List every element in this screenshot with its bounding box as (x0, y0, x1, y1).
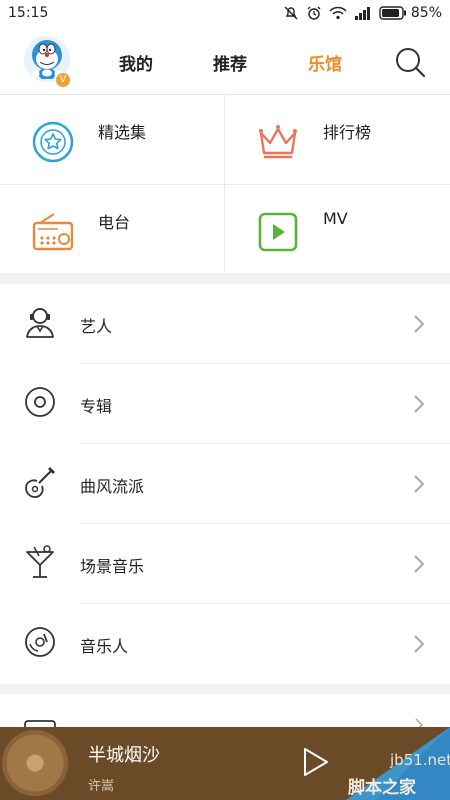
status-time: 15:15 (8, 5, 49, 21)
status-icons: 85% (283, 5, 442, 21)
list-item-genres[interactable]: 曲风流派 (0, 444, 450, 524)
album-cover[interactable] (2, 730, 68, 796)
song-title: 半城烟沙 (88, 745, 160, 766)
album-disc-icon (25, 387, 55, 417)
status-bar: 15:15 85% (0, 0, 450, 26)
watermark-name: 脚本之家 (348, 778, 416, 798)
list-item-label: 专辑 (80, 397, 113, 416)
wifi-icon (329, 6, 347, 20)
battery-indicator: 85% (379, 5, 442, 21)
grid-item-label: MV (323, 209, 348, 228)
top-nav: V 我的 推荐 乐馆 (0, 26, 450, 94)
guitar-icon (25, 467, 55, 498)
list-item-musicians[interactable]: 音乐人 (0, 604, 450, 684)
category-list: 艺人 专辑 曲风流派 场景音乐 音乐人 (0, 284, 450, 684)
list-item-label: 艺人 (80, 317, 113, 336)
cocktail-icon (26, 545, 54, 578)
tab-recommend[interactable]: 推荐 (213, 50, 247, 75)
mute-bell-icon (284, 6, 298, 20)
chevron-right-icon (414, 555, 425, 573)
list-item-scene-music[interactable]: 场景音乐 (0, 524, 450, 604)
battery-percent: 85% (410, 5, 442, 21)
grid-item-mv[interactable]: MV (225, 185, 449, 274)
list-item-label: 场景音乐 (80, 557, 145, 576)
chevron-right-icon (414, 395, 425, 413)
vip-badge: V (55, 72, 71, 88)
crown-icon (259, 125, 297, 159)
grid-item-featured-collections[interactable]: 精选集 (0, 95, 224, 184)
grid-item-label: 排行榜 (323, 123, 372, 142)
radio-icon (32, 213, 74, 251)
watermark-url: jb51.net (390, 751, 450, 769)
play-square-icon (258, 212, 298, 252)
grid-item-label: 电台 (98, 213, 131, 232)
tab-music-hall[interactable]: 乐馆 (308, 50, 342, 75)
search-icon[interactable] (394, 46, 426, 78)
chevron-right-icon (414, 635, 425, 653)
list-item-label: 音乐人 (80, 637, 129, 656)
alarm-icon (307, 6, 321, 20)
grid-item-charts[interactable]: 排行榜 (225, 95, 449, 184)
mini-player[interactable]: 半城烟沙 许嵩 jb51.net 脚本之家 (0, 727, 450, 800)
signal-icon (354, 7, 370, 20)
grid-item-radio[interactable]: 电台 (0, 185, 224, 274)
play-icon[interactable] (300, 745, 330, 779)
artist-icon (26, 308, 54, 338)
star-circle-icon (32, 121, 74, 163)
feature-grid: 精选集 排行榜 电台 MV (0, 94, 450, 273)
list-item-artists[interactable]: 艺人 (0, 284, 450, 364)
grid-item-label: 精选集 (98, 123, 147, 142)
song-artist: 许嵩 (88, 779, 115, 794)
musician-disc-icon (25, 627, 55, 657)
tab-mine[interactable]: 我的 (119, 50, 153, 75)
chevron-right-icon (414, 475, 425, 493)
list-item-label: 曲风流派 (80, 477, 145, 496)
list-item-albums[interactable]: 专辑 (0, 364, 450, 444)
chevron-right-icon (414, 315, 425, 333)
battery-icon (379, 6, 406, 20)
